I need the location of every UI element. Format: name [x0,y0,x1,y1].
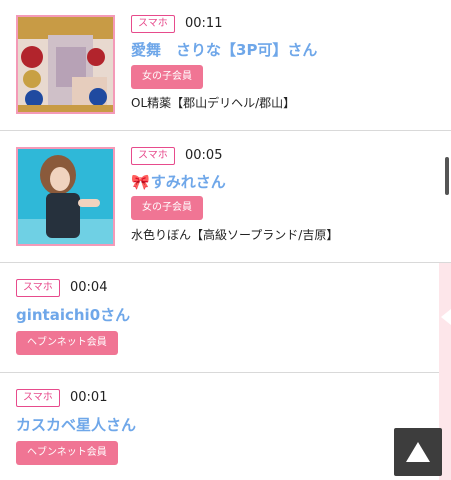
access-feed: スマホ 00:11 愛舞 さりな【3P可】さん 女の子会員 OL精薬【郡山デリヘ… [0,0,451,480]
feed-entry: スマホ 00:05 🎀すみれさん 女の子会員 水色りぼん【高級ソープランド/吉原… [0,131,451,263]
shop-name-link[interactable]: OL精薬【郡山デリヘル/郡山】 [131,95,295,111]
feed-entry: スマホ 00:04 gintaichi0さん ヘブンネット会員 [0,263,439,373]
feed-entry: スマホ 00:01 カスカベ星人さん ヘブンネット会員 [0,373,439,480]
profile-photo [18,17,113,112]
member-name-text: すみれさん [150,173,226,191]
scroll-to-top-button[interactable] [394,428,442,476]
device-tag: スマホ [131,15,175,33]
ribbon-icon: 🎀 [131,173,150,191]
member-type-badge: ヘブンネット会員 [16,331,118,355]
device-tag: スマホ [131,147,175,165]
shop-name-link[interactable]: 水色りぼん【高級ソープランド/吉原】 [131,227,338,243]
profile-thumbnail[interactable] [16,15,115,114]
chevron-left-icon[interactable] [441,309,451,325]
scrollbar-thumb[interactable] [445,157,449,195]
member-type-badge: 女の子会員 [131,65,203,89]
device-tag: スマホ [16,389,60,407]
profile-photo [18,149,113,244]
feed-entry: スマホ 00:11 愛舞 さりな【3P可】さん 女の子会員 OL精薬【郡山デリヘ… [0,0,451,131]
access-time: 00:04 [70,280,108,295]
member-name-link[interactable]: カスカベ星人さん [16,415,136,435]
member-name-link[interactable]: 愛舞 さりな【3P可】さん [131,40,317,60]
access-time: 00:11 [185,16,223,31]
member-type-badge: ヘブンネット会員 [16,441,118,465]
member-name-link[interactable]: gintaichi0さん [16,305,130,325]
member-type-badge: 女の子会員 [131,196,203,220]
member-name-link[interactable]: 🎀すみれさん [131,172,226,192]
device-tag: スマホ [16,279,60,297]
access-time: 00:01 [70,390,108,405]
arrow-up-icon [406,442,430,462]
access-time: 00:05 [185,148,223,163]
profile-thumbnail[interactable] [16,147,115,246]
